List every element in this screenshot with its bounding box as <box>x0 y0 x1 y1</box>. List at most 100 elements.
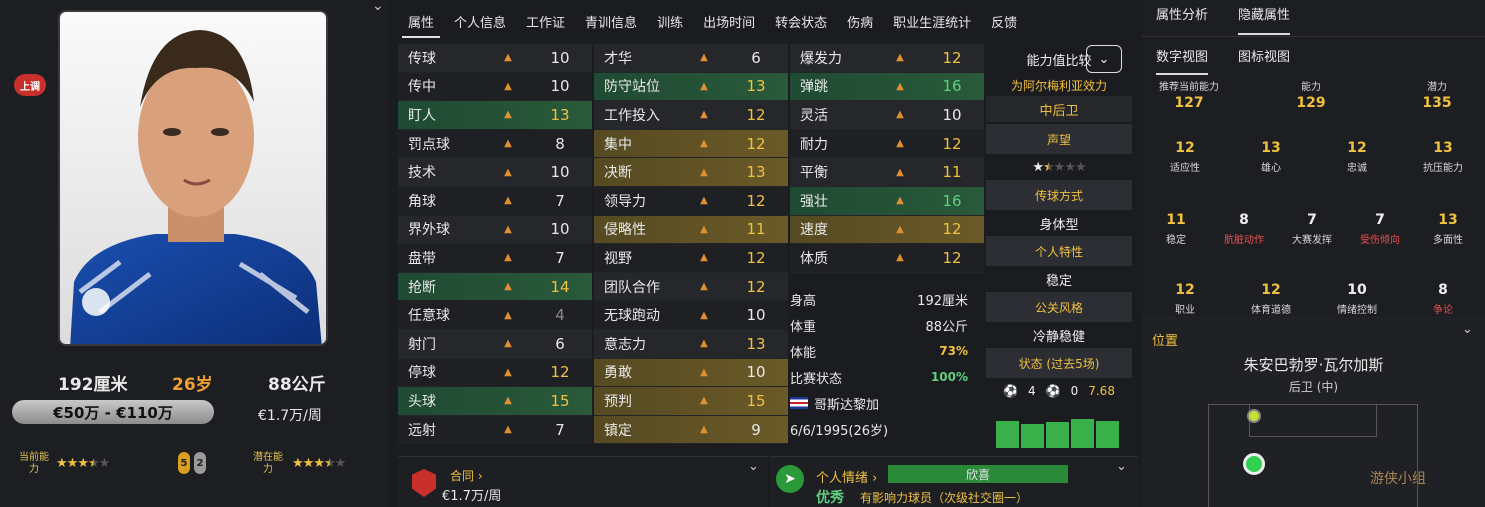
star-full-icon: ★ <box>302 456 315 471</box>
attribute-row[interactable]: 无球跑动 ▲ 10 <box>594 301 788 330</box>
hidden-attribute: 12 适应性 <box>1142 140 1228 174</box>
star-half-icon: ★ <box>323 456 336 471</box>
attribute-row[interactable]: 传中 ▲ 10 <box>398 72 592 102</box>
attribute-row[interactable]: 射门 ▲ 6 <box>398 329 592 359</box>
attribute-row[interactable]: 领导力 ▲ 12 <box>594 186 788 216</box>
tab-numeric-view[interactable]: 数字视图 <box>1156 46 1209 75</box>
attribute-row[interactable]: 勇敢 ▲ 10 <box>594 358 788 388</box>
attribute-value: 14 <box>550 277 570 296</box>
trend-arrow-icon: ▲ <box>504 424 512 436</box>
attribute-name: 盯人 <box>408 107 436 124</box>
attribute-row[interactable]: 侵略性 ▲ 11 <box>594 215 788 245</box>
weight-value: 88公斤 <box>925 319 968 335</box>
tab-5[interactable]: 出场时间 <box>693 0 765 42</box>
attribute-row[interactable]: 预判 ▲ 15 <box>594 387 788 416</box>
attribute-name: 灵活 <box>800 107 828 124</box>
chevron-down-icon[interactable]: ⌄ <box>1116 459 1127 474</box>
form-bar <box>1046 422 1069 448</box>
hidden-attr-label: 抗压能力 <box>1423 163 1463 174</box>
attribute-row[interactable]: 任意球 ▲ 4 <box>398 301 592 330</box>
tab-8[interactable]: 职业生涯统计 <box>883 0 981 42</box>
trend-arrow-icon: ▲ <box>700 395 708 407</box>
attribute-row[interactable]: 头球 ▲ 15 <box>398 387 592 416</box>
attribute-row[interactable]: 停球 ▲ 12 <box>398 358 592 388</box>
hidden-attr-value: 13 <box>1433 140 1453 156</box>
attribute-row[interactable]: 弹跳 ▲ 16 <box>790 72 984 102</box>
compare-dropdown-button[interactable]: ⌄ <box>1086 45 1122 73</box>
chevron-down-icon[interactable]: ⌄ <box>748 459 759 474</box>
tab-3[interactable]: 青训信息 <box>575 0 647 42</box>
attribute-row[interactable]: 工作投入 ▲ 12 <box>594 101 788 130</box>
recommended-ca-label: 推荐当前能力 <box>1159 82 1219 93</box>
attribute-value: 12 <box>942 134 962 153</box>
tab-6[interactable]: 转会状态 <box>765 0 837 42</box>
star-half-icon: ★ <box>1043 159 1055 175</box>
contract-panel[interactable]: 合同 › €1.7万/周 ⌄ <box>398 456 768 507</box>
attribute-row[interactable]: 罚点球 ▲ 8 <box>398 129 592 159</box>
tab-2[interactable]: 工作证 <box>516 0 575 42</box>
tab-7[interactable]: 伤病 <box>837 0 883 42</box>
attribute-row[interactable]: 意志力 ▲ 13 <box>594 329 788 359</box>
attribute-row[interactable]: 团队合作 ▲ 12 <box>594 272 788 302</box>
tab-0[interactable]: 属性 <box>398 0 444 42</box>
tab-hidden-attributes[interactable]: 隐藏属性 <box>1238 4 1291 35</box>
hidden-attr-value: 7 <box>1375 212 1385 228</box>
tab-icon-view[interactable]: 图标视图 <box>1238 46 1290 65</box>
nationality[interactable]: 哥斯达黎加 <box>814 394 879 413</box>
attribute-row[interactable]: 传球 ▲ 10 <box>398 44 592 73</box>
attribute-value: 13 <box>746 163 766 182</box>
hidden-attr-label: 职业 <box>1175 305 1195 316</box>
attribute-row[interactable]: 强壮 ▲ 16 <box>790 186 984 216</box>
attribute-value: 12 <box>942 220 962 239</box>
attribute-row[interactable]: 才华 ▲ 6 <box>594 44 788 73</box>
chevron-down-icon[interactable]: ⌄ <box>372 0 384 14</box>
pa-label: 潜在能力 <box>253 452 283 475</box>
attribute-value: 16 <box>942 77 962 96</box>
attribute-row[interactable]: 防守站位 ▲ 13 <box>594 72 788 102</box>
attribute-row[interactable]: 抢断 ▲ 14 <box>398 272 592 302</box>
star-empty-icon: ★ <box>1053 159 1066 175</box>
loan-badge[interactable]: 上调 <box>14 74 46 96</box>
attribute-value: 10 <box>746 306 766 325</box>
attribute-row[interactable]: 远射 ▲ 7 <box>398 415 592 445</box>
player-bio: 身高 192厘米 体重 88公斤 体能 73% 比赛状态 100% 哥斯达黎加 6/6/… <box>788 286 984 442</box>
attribute-value: 15 <box>746 391 766 410</box>
attribute-row[interactable]: 镇定 ▲ 9 <box>594 415 788 445</box>
trend-arrow-icon: ▲ <box>504 80 512 92</box>
star-full-icon: ★ <box>66 456 79 471</box>
star-full-icon: ★ <box>1032 159 1044 175</box>
attribute-row[interactable]: 盯人 ▲ 13 <box>398 101 592 130</box>
chevron-down-icon[interactable]: ⌄ <box>1462 322 1473 337</box>
tab-attribute-analysis[interactable]: 属性分析 <box>1156 4 1208 23</box>
assists-count: 0 <box>1070 384 1079 398</box>
attribute-row[interactable]: 技术 ▲ 10 <box>398 158 592 187</box>
contract-icon <box>412 469 436 497</box>
attribute-row[interactable]: 耐力 ▲ 12 <box>790 129 984 159</box>
contract-wage: €1.7万/周 <box>442 489 502 504</box>
attribute-row[interactable]: 界外球 ▲ 10 <box>398 215 592 245</box>
attribute-row[interactable]: 平衡 ▲ 11 <box>790 158 984 187</box>
attribute-row[interactable]: 决断 ▲ 13 <box>594 158 788 187</box>
attribute-name: 盘带 <box>408 250 436 267</box>
transfer-value-pill[interactable]: €50万 - €110万 <box>12 400 214 424</box>
attribute-row[interactable]: 视野 ▲ 12 <box>594 244 788 273</box>
ca-label-right: 能力 <box>1301 82 1321 93</box>
attribute-row[interactable]: 集中 ▲ 12 <box>594 129 788 159</box>
attribute-row[interactable]: 爆发力 ▲ 12 <box>790 44 984 73</box>
attribute-row[interactable]: 角球 ▲ 7 <box>398 186 592 216</box>
attribute-row[interactable]: 速度 ▲ 12 <box>790 215 984 245</box>
plays-for: 为阿尔梅利亚效力 <box>1010 78 1107 93</box>
attribute-row[interactable]: 灵活 ▲ 10 <box>790 101 984 130</box>
attribute-row[interactable]: 盘带 ▲ 7 <box>398 244 592 273</box>
attribute-row[interactable]: 体质 ▲ 12 <box>790 244 984 273</box>
hidden-attribute: 7 大赛发挥 <box>1278 212 1346 246</box>
attribute-name: 射门 <box>408 336 436 353</box>
tab-1[interactable]: 个人信息 <box>444 0 516 42</box>
match-label: 比赛状态 <box>790 371 843 387</box>
attribute-name: 头球 <box>408 393 436 410</box>
tab-4[interactable]: 训练 <box>647 0 693 42</box>
tab-9[interactable]: 反馈 <box>981 0 1027 42</box>
morale-panel[interactable]: ➤ 个人情绪 › 欣喜 优秀 有影响力球员（次级社交圈一） ⌄ <box>770 456 1138 507</box>
hidden-attr-value: 12 <box>1175 282 1195 298</box>
trend-arrow-icon: ▲ <box>700 366 708 378</box>
